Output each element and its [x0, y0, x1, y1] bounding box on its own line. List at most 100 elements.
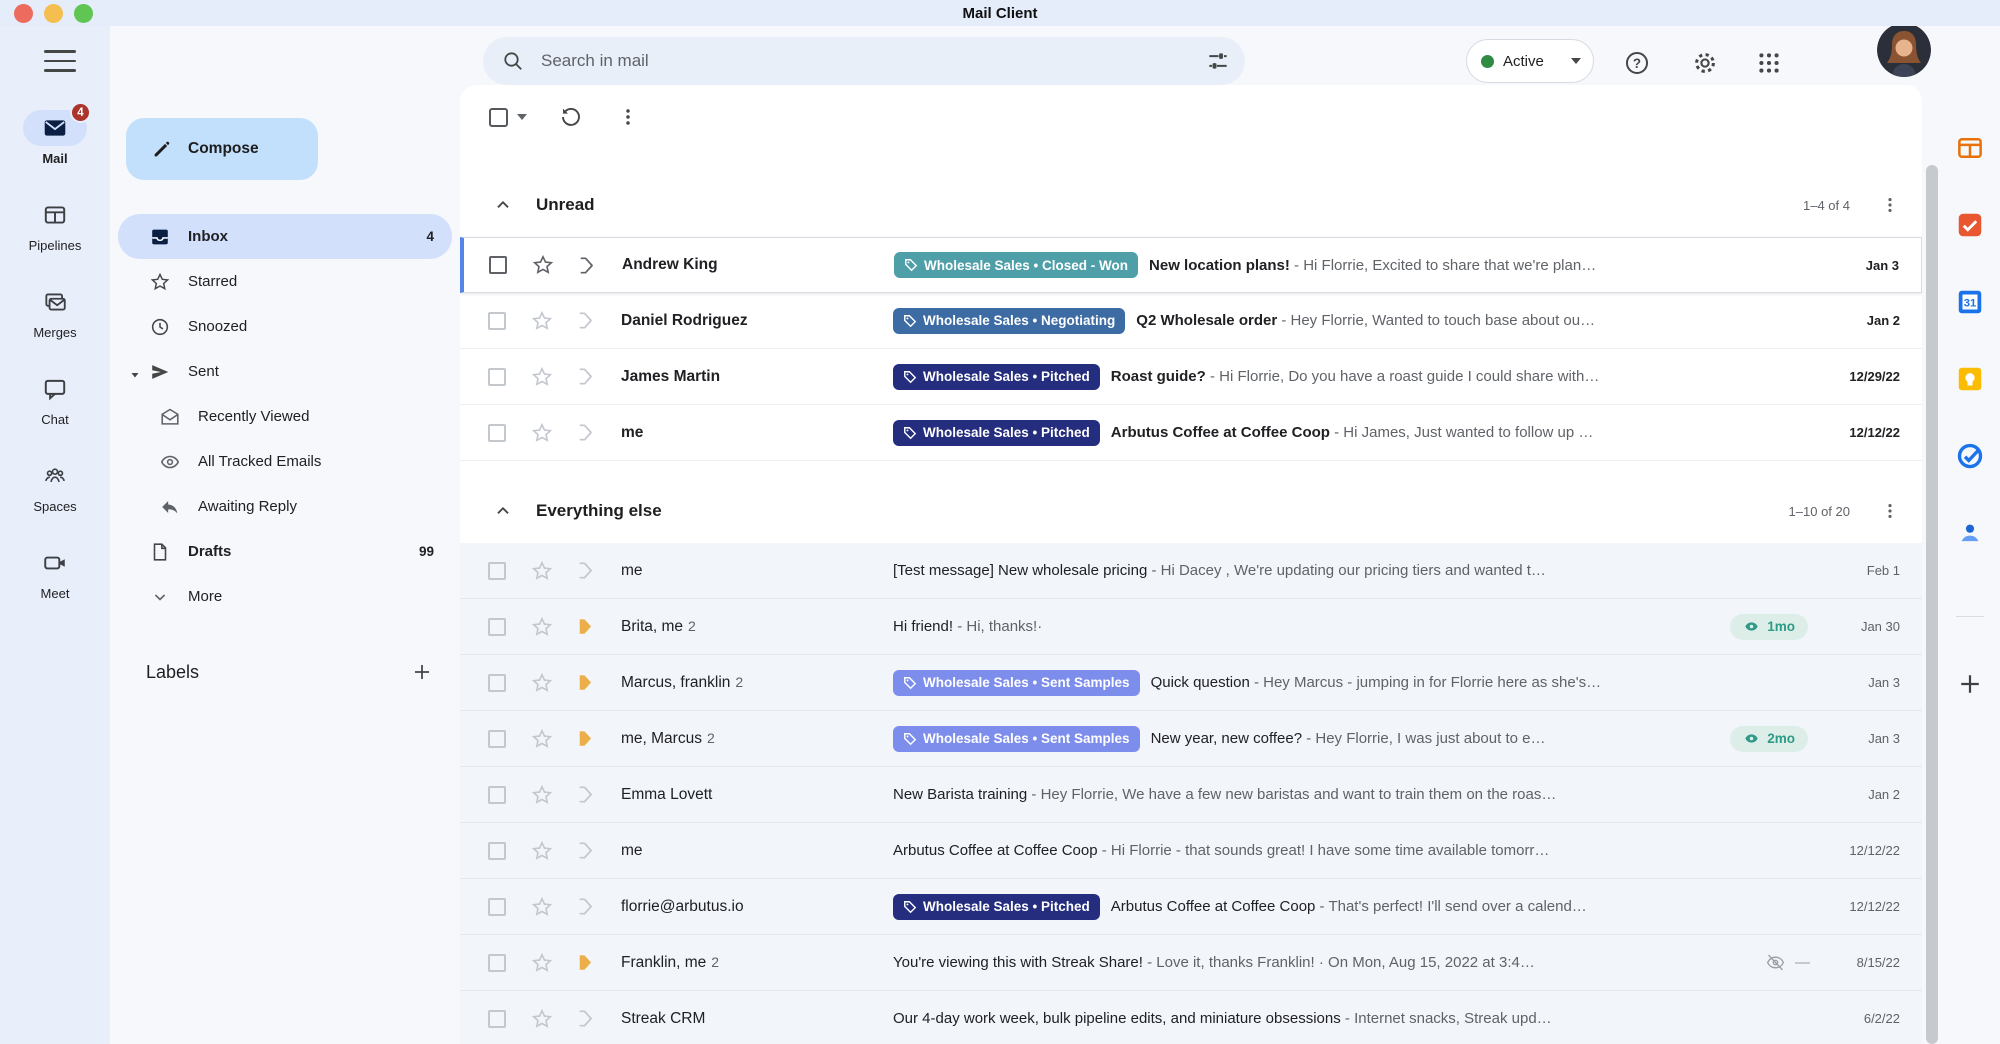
streak-pipeline-button[interactable] [574, 309, 597, 332]
star-button[interactable] [531, 253, 555, 277]
section-menu-button[interactable] [1880, 195, 1900, 215]
streak-pipeline-button[interactable] [574, 671, 597, 694]
row-checkbox[interactable] [488, 312, 506, 330]
pipeline-stage-badge[interactable]: Wholesale Sales • Pitched [893, 894, 1100, 920]
window-zoom-button[interactable] [74, 4, 93, 23]
mail-row[interactable]: me, Marcus2Wholesale Sales • Sent Sample… [460, 711, 1922, 767]
star-button[interactable] [530, 421, 554, 445]
star-button[interactable] [530, 615, 554, 639]
contacts-button[interactable] [1955, 518, 1985, 548]
section-menu-button[interactable] [1880, 501, 1900, 521]
row-checkbox[interactable] [488, 786, 506, 804]
get-add-ons-button[interactable] [1956, 670, 1984, 698]
compose-button[interactable]: Compose [126, 118, 318, 180]
pipeline-stage-badge[interactable]: Wholesale Sales • Pitched [893, 364, 1100, 390]
help-button[interactable]: ? [1622, 48, 1652, 78]
collapse-section-button[interactable] [492, 194, 514, 216]
row-checkbox[interactable] [488, 368, 506, 386]
sidebar-item-inbox[interactable]: Inbox4 [118, 214, 452, 259]
rail-item-merges[interactable]: Merges [0, 284, 110, 371]
sidebar-item-all-tracked-emails[interactable]: All Tracked Emails [118, 439, 452, 484]
account-avatar[interactable] [1877, 23, 1931, 77]
mail-row[interactable]: Streak CRMOur 4-day work week, bulk pipe… [460, 991, 1922, 1044]
rail-item-pipelines[interactable]: Pipelines [0, 197, 110, 284]
settings-button[interactable] [1690, 48, 1720, 78]
rail-item-spaces[interactable]: Spaces [0, 458, 110, 545]
streak-pipeline-button[interactable] [575, 254, 598, 277]
star-button[interactable] [530, 727, 554, 751]
streak-mail-button[interactable] [1955, 210, 1985, 240]
star-button[interactable] [530, 309, 554, 333]
star-button[interactable] [530, 1007, 554, 1031]
row-checkbox[interactable] [489, 256, 507, 274]
row-checkbox[interactable] [488, 424, 506, 442]
mail-row[interactable]: meArbutus Coffee at Coffee Coop - Hi Flo… [460, 823, 1922, 879]
star-button[interactable] [530, 839, 554, 863]
sidebar-item-recently-viewed[interactable]: Recently Viewed [118, 394, 452, 439]
scrollbar-thumb[interactable] [1926, 165, 1938, 1044]
streak-pipeline-button[interactable] [574, 365, 597, 388]
sidebar-item-drafts[interactable]: Drafts99 [118, 529, 452, 574]
streak-pipeline-button[interactable] [574, 951, 597, 974]
row-checkbox[interactable] [488, 730, 506, 748]
select-dropdown-button[interactable] [517, 114, 527, 120]
mail-row[interactable]: florrie@arbutus.ioWholesale Sales • Pitc… [460, 879, 1922, 935]
select-all-checkbox[interactable] [489, 108, 508, 127]
pipeline-stage-badge[interactable]: Wholesale Sales • Closed - Won [894, 252, 1138, 278]
row-checkbox[interactable] [488, 1010, 506, 1028]
window-minimize-button[interactable] [44, 4, 63, 23]
sidebar-item-snoozed[interactable]: Snoozed [118, 304, 452, 349]
more-options-button[interactable] [617, 106, 639, 128]
pipeline-stage-badge[interactable]: Wholesale Sales • Sent Samples [893, 726, 1140, 752]
streak-pipeline-button[interactable] [574, 783, 597, 806]
calendar-button[interactable]: 31 [1955, 287, 1985, 317]
streak-pipeline-button[interactable] [574, 615, 597, 638]
streak-pipeline-button[interactable] [574, 727, 597, 750]
sidebar-item-starred[interactable]: Starred [118, 259, 452, 304]
row-checkbox[interactable] [488, 898, 506, 916]
mail-row[interactable]: Emma LovettNew Barista training - Hey Fl… [460, 767, 1922, 823]
row-checkbox[interactable] [488, 674, 506, 692]
mail-row[interactable]: me[Test message] New wholesale pricing -… [460, 543, 1922, 599]
sidebar-item-more[interactable]: More [118, 574, 452, 619]
sidebar-item-sent[interactable]: Sent [118, 349, 452, 394]
streak-pipelines-button[interactable] [1955, 133, 1985, 163]
main-menu-button[interactable] [44, 48, 76, 74]
collapse-section-button[interactable] [492, 500, 514, 522]
mail-row[interactable]: Franklin, me2You're viewing this with St… [460, 935, 1922, 991]
star-button[interactable] [530, 895, 554, 919]
rail-item-chat[interactable]: Chat [0, 371, 110, 458]
keep-button[interactable] [1955, 364, 1985, 394]
row-checkbox[interactable] [488, 618, 506, 636]
streak-pipeline-button[interactable] [574, 421, 597, 444]
sidebar-item-awaiting-reply[interactable]: Awaiting Reply [118, 484, 452, 529]
mail-row[interactable]: Daniel RodriguezWholesale Sales • Negoti… [460, 293, 1922, 349]
streak-pipeline-button[interactable] [574, 839, 597, 862]
mail-row[interactable]: Marcus, franklin2Wholesale Sales • Sent … [460, 655, 1922, 711]
star-button[interactable] [530, 783, 554, 807]
star-button[interactable] [530, 951, 554, 975]
pipeline-stage-badge[interactable]: Wholesale Sales • Negotiating [893, 308, 1125, 334]
search-options-button[interactable] [1205, 48, 1231, 74]
star-button[interactable] [530, 365, 554, 389]
mail-row[interactable]: James MartinWholesale Sales • PitchedRoa… [460, 349, 1922, 405]
streak-pipeline-button[interactable] [574, 1007, 597, 1030]
apps-grid-button[interactable] [1754, 48, 1784, 78]
mail-row[interactable]: meWholesale Sales • PitchedArbutus Coffe… [460, 405, 1922, 461]
window-close-button[interactable] [14, 4, 33, 23]
search-input[interactable]: Search in mail [541, 51, 1205, 71]
star-button[interactable] [530, 671, 554, 695]
mail-row[interactable]: Brita, me2Hi friend! - Hi, thanks!·1moJa… [460, 599, 1922, 655]
streak-pipeline-button[interactable] [574, 895, 597, 918]
row-checkbox[interactable] [488, 562, 506, 580]
mail-row[interactable]: Andrew KingWholesale Sales • Closed - Wo… [460, 237, 1922, 293]
rail-item-mail[interactable]: 4Mail [0, 110, 110, 197]
streak-pipeline-button[interactable] [574, 559, 597, 582]
pipeline-stage-badge[interactable]: Wholesale Sales • Pitched [893, 420, 1100, 446]
refresh-button[interactable] [559, 105, 583, 129]
row-checkbox[interactable] [488, 842, 506, 860]
row-checkbox[interactable] [488, 954, 506, 972]
status-dropdown[interactable]: Active [1466, 39, 1594, 83]
tasks-button[interactable] [1955, 441, 1985, 471]
search-bar[interactable]: Search in mail [483, 37, 1245, 85]
